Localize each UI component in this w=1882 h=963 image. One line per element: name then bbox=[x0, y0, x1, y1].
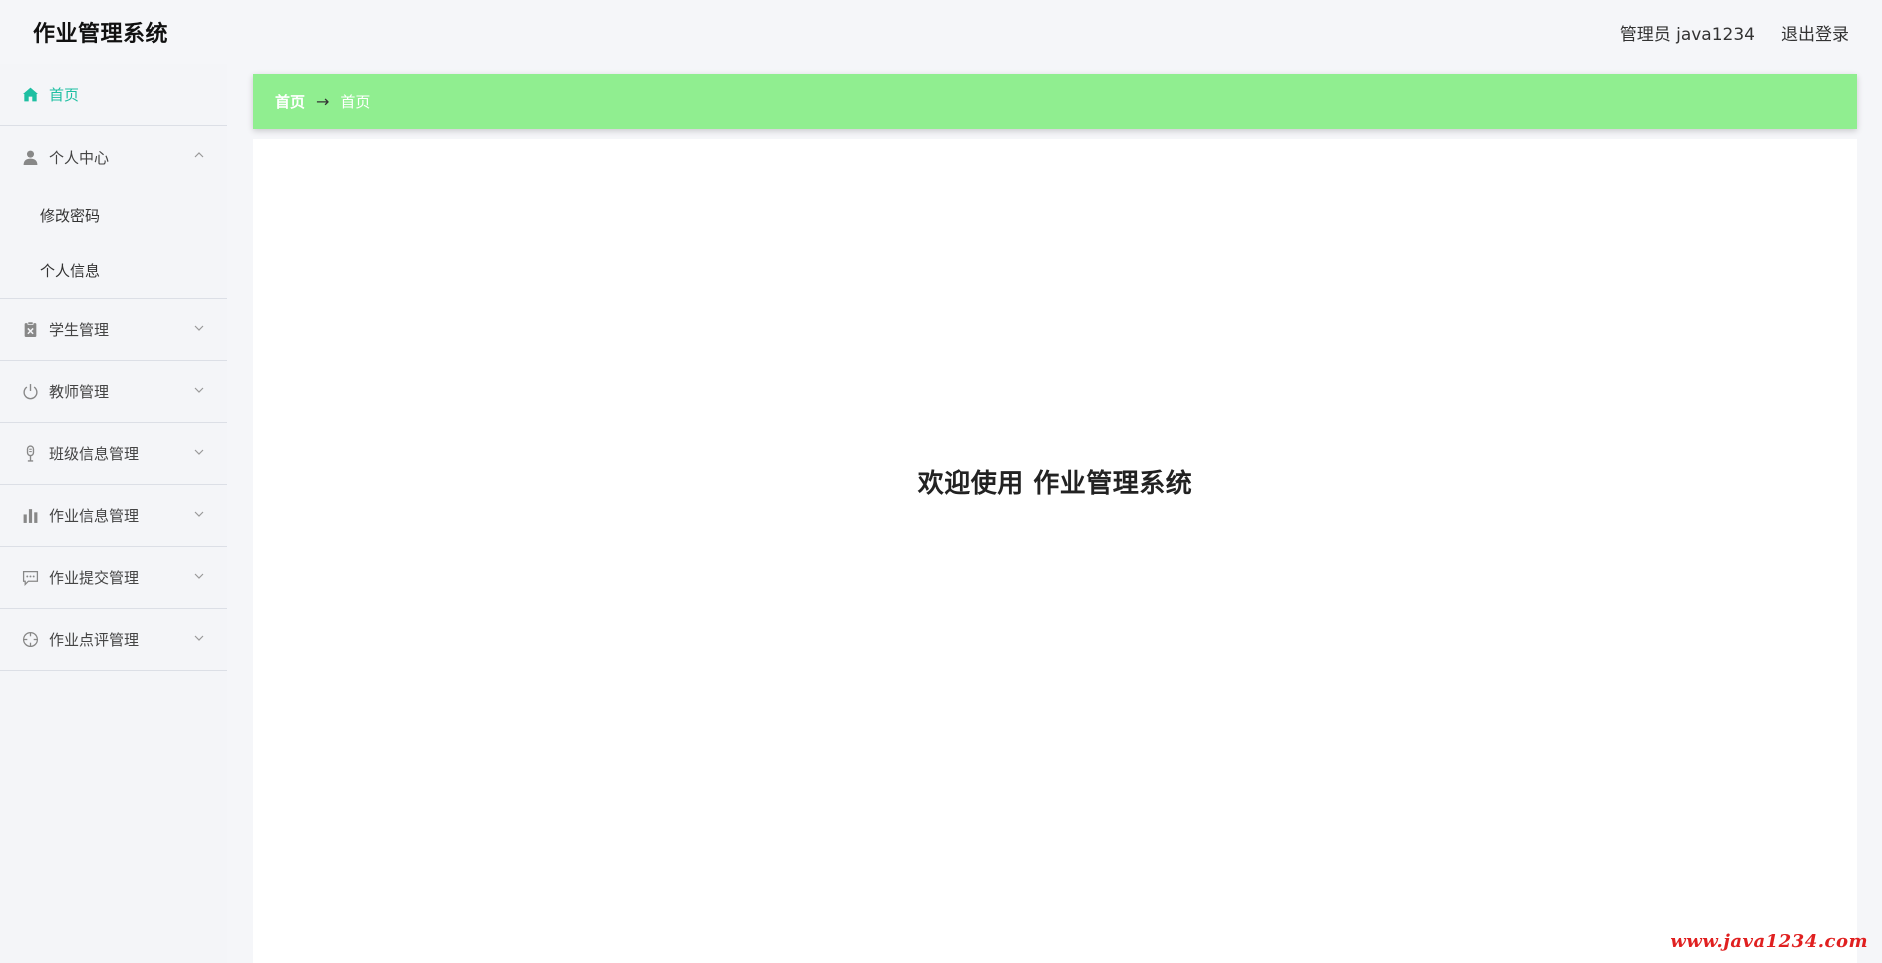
chevron-down-icon bbox=[194, 573, 204, 579]
sidebar: 首页 个人中心 修改密码 个人信息 学生管理 教师管理 班级信息管理 作业信息管… bbox=[0, 64, 227, 963]
sidebar-item-label: 作业点评管理 bbox=[49, 631, 140, 649]
sidebar-subitem-change-password[interactable]: 修改密码 bbox=[0, 188, 227, 243]
user-icon bbox=[22, 149, 39, 166]
compass-icon bbox=[22, 631, 39, 648]
logout-button[interactable]: 退出登录 bbox=[1781, 20, 1849, 45]
current-user-label: 管理员 java1234 bbox=[1619, 24, 1755, 45]
sidebar-item-home[interactable]: 首页 bbox=[0, 64, 227, 126]
app-root: 作业管理系统 管理员 java1234 退出登录 首页 个人中心 修改密码 个人… bbox=[0, 0, 1882, 963]
sidebar-item-label: 个人中心 bbox=[49, 148, 110, 167]
submenu-personal-center: 修改密码 个人信息 bbox=[0, 188, 227, 299]
welcome-message: 欢迎使用 作业管理系统 bbox=[917, 469, 1193, 499]
header-user-area: 管理员 java1234 退出登录 bbox=[1620, 20, 1849, 45]
clipboard-icon bbox=[22, 321, 39, 338]
watermark: www.java1234.com bbox=[1670, 931, 1868, 952]
microphone-icon bbox=[22, 445, 39, 462]
sidebar-item-label: 学生管理 bbox=[49, 321, 110, 339]
app-title: 作业管理系统 bbox=[33, 22, 169, 47]
sidebar-subitem-personal-info[interactable]: 个人信息 bbox=[0, 243, 227, 298]
main-area: 首页 → 首页 欢迎使用 作业管理系统 bbox=[253, 74, 1857, 963]
top-header: 作业管理系统 管理员 java1234 退出登录 bbox=[0, 0, 1882, 64]
chevron-down-icon bbox=[194, 511, 204, 517]
sidebar-item-homework-review-management[interactable]: 作业点评管理 bbox=[0, 609, 227, 671]
sidebar-item-homework-submit-management[interactable]: 作业提交管理 bbox=[0, 547, 227, 609]
sidebar-item-label: 作业信息管理 bbox=[49, 507, 140, 525]
chevron-down-icon bbox=[194, 387, 204, 393]
arrow-right-icon: → bbox=[316, 92, 330, 111]
sidebar-item-label: 作业提交管理 bbox=[49, 569, 140, 587]
chevron-down-icon bbox=[194, 635, 204, 641]
chat-icon bbox=[22, 569, 39, 586]
breadcrumb: 首页 → 首页 bbox=[253, 74, 1857, 129]
sidebar-item-homework-info-management[interactable]: 作业信息管理 bbox=[0, 485, 227, 547]
breadcrumb-item-home[interactable]: 首页 bbox=[275, 91, 305, 112]
content-panel: 欢迎使用 作业管理系统 bbox=[253, 139, 1857, 963]
sidebar-item-personal-center[interactable]: 个人中心 bbox=[0, 126, 227, 188]
chevron-down-icon bbox=[194, 449, 204, 455]
bar-chart-icon bbox=[22, 507, 39, 524]
sidebar-item-student-management[interactable]: 学生管理 bbox=[0, 299, 227, 361]
breadcrumb-item-current: 首页 bbox=[340, 93, 371, 111]
sidebar-item-label: 首页 bbox=[49, 86, 80, 104]
chevron-down-icon bbox=[194, 325, 204, 331]
home-icon bbox=[22, 86, 39, 103]
sidebar-item-class-management[interactable]: 班级信息管理 bbox=[0, 423, 227, 485]
sidebar-item-label: 班级信息管理 bbox=[49, 445, 140, 463]
sidebar-item-label: 教师管理 bbox=[49, 383, 110, 401]
power-icon bbox=[22, 383, 39, 400]
sidebar-item-teacher-management[interactable]: 教师管理 bbox=[0, 361, 227, 423]
chevron-up-icon bbox=[194, 152, 204, 158]
